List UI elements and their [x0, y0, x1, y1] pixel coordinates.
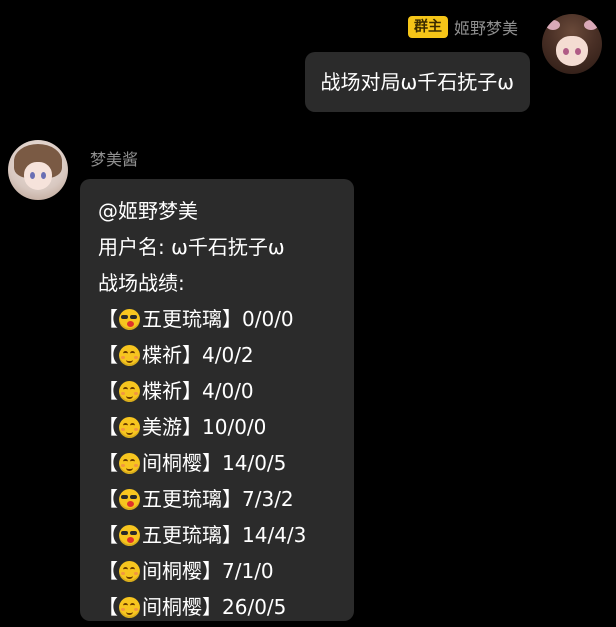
smile-icon: [119, 380, 140, 402]
smile-icon: [119, 416, 140, 438]
group-owner-badge: 群主: [407, 16, 448, 38]
outgoing-avatar[interactable]: [542, 14, 602, 74]
kda-score: 4/0/2: [202, 343, 254, 367]
mention[interactable]: @姬野梦美: [98, 193, 354, 229]
section-title: 战场战绩:: [98, 271, 185, 295]
record-row: 【间桐樱】 26/0/5: [98, 589, 354, 625]
kda-score: 26/0/5: [222, 595, 287, 619]
bracket-open: 【: [98, 451, 118, 475]
kda-score: 7/3/2: [242, 487, 294, 511]
smile-icon: [119, 596, 140, 618]
sunglasses-kiss-icon: [119, 488, 140, 510]
incoming-sender-name[interactable]: 梦美酱: [90, 146, 138, 170]
bracket-open: 【: [98, 379, 118, 403]
hero-name: 美游: [142, 415, 182, 439]
kda-score: 10/0/0: [202, 415, 267, 439]
hero-name: 间桐樱: [142, 559, 202, 583]
outgoing-sender-header: 群主 姬野梦美: [407, 14, 518, 40]
hero-name: 间桐樱: [142, 451, 202, 475]
smile-icon: [119, 344, 140, 366]
kda-score: 7/1/0: [222, 559, 274, 583]
sunglasses-kiss-icon: [119, 308, 140, 330]
bracket-open: 【: [98, 307, 118, 331]
outgoing-sender-name[interactable]: 姬野梦美: [454, 15, 518, 39]
record-row: 【楪祈】 4/0/0: [98, 373, 354, 409]
bracket-close: 】: [222, 307, 242, 331]
record-row: 【楪祈】 4/0/2: [98, 337, 354, 373]
bracket-open: 【: [98, 343, 118, 367]
hero-name: 间桐樱: [142, 595, 202, 619]
chat-view: 群主 姬野梦美 战场对局ω千石抚子ω 梦美酱 @姬野梦美 用户名: ω千石抚子ω…: [0, 0, 616, 627]
hero-name: 五更琉璃: [142, 307, 222, 331]
sunglasses-kiss-icon: [119, 524, 140, 546]
hero-name: 五更琉璃: [142, 487, 222, 511]
username-line: 用户名: ω千石抚子ω: [98, 235, 285, 259]
record-row: 【五更琉璃】 0/0/0: [98, 301, 354, 337]
bracket-close: 】: [202, 559, 222, 583]
kda-score: 0/0/0: [242, 307, 294, 331]
bracket-close: 】: [182, 343, 202, 367]
record-row: 【五更琉璃】 14/4/3: [98, 517, 354, 553]
bracket-close: 】: [222, 523, 242, 547]
hero-name: 五更琉璃: [142, 523, 222, 547]
bracket-close: 】: [182, 379, 202, 403]
record-list: 【五更琉璃】 0/0/0 【楪祈】 4/0/2 【楪祈】 4/0/0 【美游】 10/0/0 【…: [98, 301, 354, 625]
record-row: 【美游】 10/0/0: [98, 409, 354, 445]
incoming-avatar[interactable]: [8, 140, 68, 200]
bracket-open: 【: [98, 415, 118, 439]
bracket-open: 【: [98, 523, 118, 547]
record-row: 【间桐樱】 14/0/5: [98, 445, 354, 481]
incoming-message-bubble[interactable]: @姬野梦美 用户名: ω千石抚子ω 战场战绩: 【五更琉璃】 0/0/0 【楪祈】 4…: [80, 179, 354, 621]
kda-score: 14/0/5: [222, 451, 287, 475]
hero-name: 楪祈: [142, 343, 182, 367]
hero-name: 楪祈: [142, 379, 182, 403]
outgoing-message-bubble[interactable]: 战场对局ω千石抚子ω: [304, 52, 530, 112]
bracket-open: 【: [98, 595, 118, 619]
bracket-close: 】: [182, 415, 202, 439]
record-row: 【五更琉璃】 7/3/2: [98, 481, 354, 517]
bracket-open: 【: [98, 559, 118, 583]
bracket-close: 】: [202, 595, 222, 619]
smile-icon: [119, 452, 140, 474]
bracket-close: 】: [202, 451, 222, 475]
record-row: 【间桐樱】 7/1/0: [98, 553, 354, 589]
kda-score: 4/0/0: [202, 379, 254, 403]
bracket-close: 】: [222, 487, 242, 511]
smile-icon: [119, 560, 140, 582]
bracket-open: 【: [98, 487, 118, 511]
kda-score: 14/4/3: [242, 523, 307, 547]
